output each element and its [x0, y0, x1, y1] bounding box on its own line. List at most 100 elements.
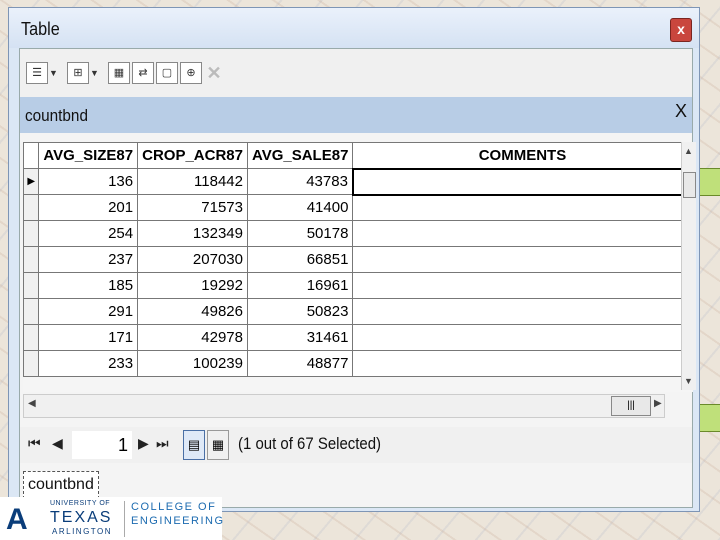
- column-header[interactable]: AVG_SIZE87: [38, 142, 139, 169]
- table-options-dropdown-icon[interactable]: ▼: [49, 62, 58, 84]
- table-cell[interactable]: 237: [38, 246, 139, 273]
- scroll-up-icon[interactable]: ▲: [684, 146, 693, 156]
- vertical-scroll-thumb[interactable]: [683, 172, 696, 198]
- delete-selected-icon[interactable]: ✕: [204, 62, 224, 84]
- close-window-button[interactable]: x: [670, 18, 692, 42]
- row-selector[interactable]: [22, 298, 40, 325]
- attribute-grid: AVG_SIZE87 CROP_ACR87 AVG_SALE87 COMMENT…: [22, 142, 696, 392]
- row-selector[interactable]: [22, 194, 40, 221]
- related-tables-dropdown-icon[interactable]: ▼: [90, 62, 99, 84]
- table-row[interactable]: ▶ 136 118442 43783: [22, 167, 694, 196]
- horizontal-scrollbar[interactable]: ◀ ||| ▶: [23, 394, 665, 418]
- row-selector[interactable]: [22, 246, 40, 273]
- table-cell[interactable]: 16961: [246, 272, 354, 299]
- previous-record-icon[interactable]: ◀: [52, 435, 63, 452]
- uta-star-logo-icon: A: [6, 503, 28, 536]
- table-cell[interactable]: 31461: [246, 324, 354, 351]
- close-table-tab-button[interactable]: X: [675, 101, 687, 122]
- zoom-to-selected-icon[interactable]: ⊕: [180, 62, 202, 84]
- table-cell[interactable]: 41400: [246, 194, 354, 221]
- row-selector[interactable]: [22, 220, 40, 247]
- table-cell[interactable]: [352, 324, 693, 351]
- clear-selection-icon[interactable]: ▢: [156, 62, 178, 84]
- table-cell[interactable]: 50178: [246, 220, 354, 247]
- row-selector[interactable]: [22, 350, 40, 377]
- current-row-indicator-icon[interactable]: ▶: [22, 168, 40, 195]
- vertical-scrollbar[interactable]: ▲ ▼: [681, 142, 696, 390]
- row-selector-header[interactable]: [22, 142, 40, 169]
- logo-university-of: UNIVERSITY OF: [50, 500, 111, 507]
- table-tab-header: countbnd X: [20, 97, 692, 133]
- table-row[interactable]: 233 100239 48877: [22, 350, 693, 377]
- column-header[interactable]: AVG_SALE87: [246, 142, 354, 169]
- column-header[interactable]: COMMENTS: [352, 142, 693, 169]
- row-selector[interactable]: [22, 324, 40, 351]
- table-cell[interactable]: 66851: [246, 246, 354, 273]
- table-cell[interactable]: 100239: [137, 350, 248, 377]
- table-cell[interactable]: [352, 350, 693, 377]
- table-row[interactable]: 171 42978 31461: [22, 324, 693, 351]
- table-cell[interactable]: 49826: [137, 298, 248, 325]
- table-tab-countbnd[interactable]: countbnd: [23, 471, 99, 499]
- table-cell[interactable]: 50823: [246, 298, 354, 325]
- table-window: Table x ☰ ▼ ⊞ ▼ ▦ ⇄ ▢ ⊕ ✕ countbnd X AVG…: [8, 7, 700, 512]
- table-row[interactable]: 254 132349 50178: [22, 220, 693, 247]
- scroll-down-icon[interactable]: ▼: [684, 376, 693, 386]
- table-cell[interactable]: 71573: [137, 194, 248, 221]
- next-record-icon[interactable]: ▶: [138, 435, 149, 452]
- table-cell[interactable]: 207030: [137, 246, 248, 273]
- table-cell[interactable]: 43783: [246, 168, 354, 195]
- table-panel: ☰ ▼ ⊞ ▼ ▦ ⇄ ▢ ⊕ ✕ countbnd X AVG_SIZE87 …: [19, 48, 696, 508]
- select-by-attributes-icon[interactable]: ▦: [108, 62, 130, 84]
- logo-engineering: ENGINEERING: [131, 515, 225, 527]
- record-number-input[interactable]: [72, 431, 132, 459]
- table-row[interactable]: 291 49826 50823: [22, 298, 693, 325]
- table-cell[interactable]: 233: [38, 350, 139, 377]
- table-cell[interactable]: 48877: [246, 350, 354, 377]
- switch-selection-icon[interactable]: ⇄: [132, 62, 154, 84]
- table-row[interactable]: 185 19292 16961: [22, 272, 693, 299]
- table-cell[interactable]: 19292: [137, 272, 248, 299]
- scroll-left-icon[interactable]: ◀: [28, 398, 36, 409]
- table-cell[interactable]: 291: [38, 298, 139, 325]
- table-cell[interactable]: [352, 246, 693, 273]
- table-cell[interactable]: 185: [38, 272, 139, 299]
- toolbar: ☰ ▼ ⊞ ▼ ▦ ⇄ ▢ ⊕ ✕: [20, 49, 692, 97]
- attribute-table: AVG_SIZE87 CROP_ACR87 AVG_SALE87 COMMENT…: [22, 142, 694, 377]
- logo-arlington: ARLINGTON: [52, 527, 113, 536]
- uta-engineering-logo: A UNIVERSITY OF TEXAS ARLINGTON COLLEGE …: [0, 497, 225, 540]
- scroll-right-icon[interactable]: ▶: [654, 398, 662, 409]
- table-cell[interactable]: 42978: [137, 324, 248, 351]
- window-title: Table: [21, 19, 60, 39]
- table-cell[interactable]: 136: [38, 168, 139, 195]
- horizontal-scroll-thumb[interactable]: |||: [611, 396, 651, 416]
- table-row[interactable]: 201 71573 41400: [22, 194, 693, 221]
- record-navigation-bar: ⏮ ◀ ▶ ⏭ ▤ ▦ (1 out of 67 Selected): [20, 427, 692, 463]
- table-name: countbnd: [25, 106, 88, 125]
- logo-texas: TEXAS: [50, 509, 113, 526]
- table-options-icon[interactable]: ☰: [26, 62, 48, 84]
- first-record-icon[interactable]: ⏮: [28, 435, 41, 452]
- row-selector[interactable]: [22, 272, 40, 299]
- table-cell[interactable]: [352, 272, 693, 299]
- header-row: AVG_SIZE87 CROP_ACR87 AVG_SALE87 COMMENT…: [22, 142, 693, 169]
- related-tables-icon[interactable]: ⊞: [67, 62, 89, 84]
- table-cell[interactable]: [352, 194, 693, 221]
- table-cell[interactable]: 201: [38, 194, 139, 221]
- table-cell[interactable]: [352, 298, 693, 325]
- logo-divider: [124, 501, 125, 537]
- title-bar[interactable]: Table x: [9, 8, 699, 48]
- table-cell[interactable]: [352, 220, 693, 247]
- show-selected-records-button[interactable]: ▦: [207, 430, 229, 460]
- column-header[interactable]: CROP_ACR87: [137, 142, 248, 169]
- table-cell[interactable]: 132349: [137, 220, 248, 247]
- table-cell[interactable]: [351, 167, 694, 196]
- last-record-icon[interactable]: ⏭: [156, 435, 169, 452]
- table-cell[interactable]: 171: [38, 324, 139, 351]
- show-all-records-button[interactable]: ▤: [183, 430, 205, 460]
- table-row[interactable]: 237 207030 66851: [22, 246, 693, 273]
- logo-college-of: COLLEGE OF: [131, 501, 217, 513]
- table-cell[interactable]: 254: [38, 220, 139, 247]
- selection-status: (1 out of 67 Selected): [238, 434, 382, 453]
- table-cell[interactable]: 118442: [137, 168, 248, 195]
